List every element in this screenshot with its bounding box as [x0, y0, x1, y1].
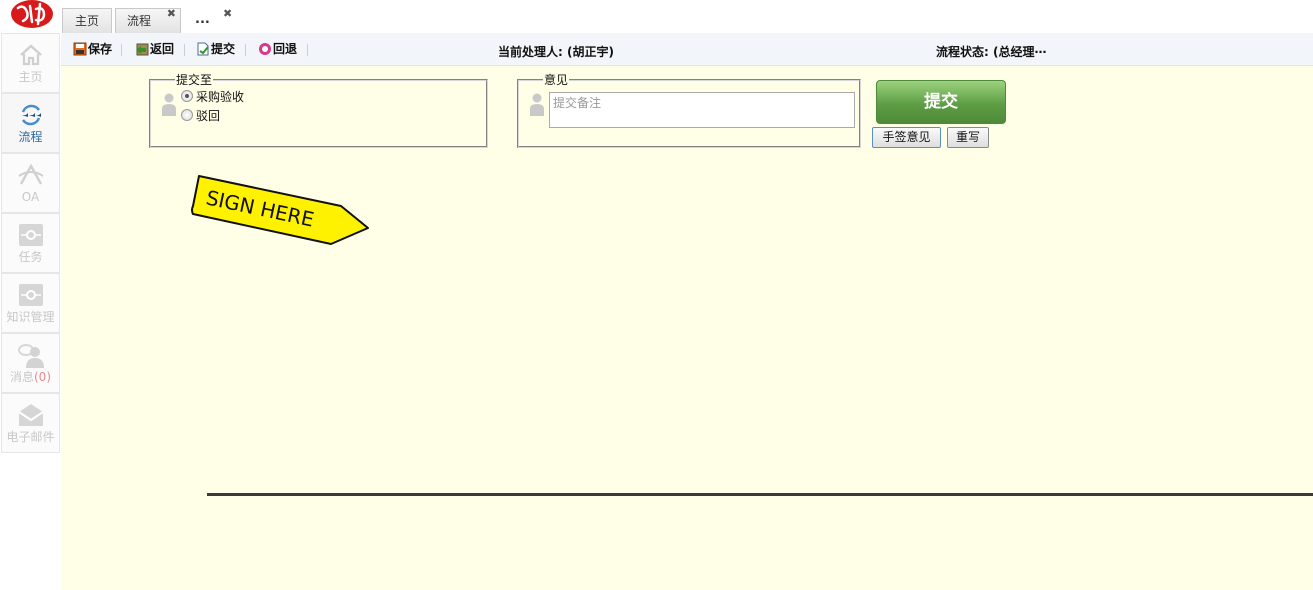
opinion-fieldset: 意见	[517, 74, 861, 148]
toolbar-divider	[121, 44, 122, 56]
submit-to-legend: 提交至	[176, 73, 213, 87]
toolbar-divider	[307, 44, 308, 56]
back-button[interactable]: 返回	[135, 41, 174, 59]
sidebar-item-email[interactable]: 电子邮件	[1, 393, 60, 453]
save-button[interactable]: 保存	[73, 41, 112, 59]
opinion-legend: 意见	[544, 73, 569, 87]
knowledge-icon	[18, 284, 43, 306]
radio-option-purchase-acceptance[interactable]: 采购验收	[181, 90, 244, 104]
sidebar-item-message[interactable]: 消息(0)	[1, 333, 60, 393]
user-icon	[162, 93, 176, 116]
message-count-badge: (0)	[34, 370, 51, 384]
oa-icon	[17, 163, 44, 185]
submit-toolbar-button[interactable]: 提交	[196, 41, 235, 59]
task-icon	[18, 224, 43, 246]
submit-to-fieldset: 提交至 采购验收 驳回	[149, 74, 488, 148]
sidebar-item-label: 电子邮件	[6, 430, 55, 444]
radio-button-checked[interactable]	[181, 90, 193, 102]
tab-overflow-close-icon[interactable]: ✖	[223, 7, 232, 20]
back-icon	[136, 43, 149, 56]
app-logo	[10, 0, 54, 32]
toolbar-divider	[245, 44, 246, 56]
tab-flow[interactable]: 流程 ✖	[115, 8, 181, 33]
radio-button[interactable]	[181, 109, 193, 121]
sidebar-item-label: 消息(0)	[2, 370, 59, 384]
rollback-button[interactable]: 回退	[258, 41, 297, 59]
sidebar-item-label: 主页	[18, 70, 43, 84]
radio-option-reject[interactable]: 驳回	[181, 109, 220, 123]
message-icon	[17, 344, 44, 368]
sidebar-item-label: 流程	[18, 130, 43, 144]
email-icon	[17, 404, 44, 426]
workflow-icon	[21, 104, 41, 126]
rollback-label: 回退	[273, 42, 298, 56]
sidebar-item-home[interactable]: 主页	[1, 33, 60, 93]
top-tab-bar: 主页 流程 ✖ ... ✖	[0, 0, 1313, 33]
submit-document-icon	[197, 42, 209, 56]
back-label: 返回	[150, 42, 175, 56]
sidebar-item-label: 任务	[18, 250, 43, 264]
form-area: 提交至 采购验收 驳回 意见 提交 手签意见 重写 SIGN HERE	[61, 66, 1313, 590]
signature-line	[207, 493, 1313, 496]
handwrite-opinion-button[interactable]: 手签意见	[872, 127, 941, 148]
opinion-note-field[interactable]	[549, 92, 855, 128]
home-icon	[19, 44, 42, 66]
rewrite-button[interactable]: 重写	[947, 127, 989, 148]
save-icon	[73, 42, 87, 56]
sidebar-item-label: 知识管理	[6, 310, 55, 324]
sidebar-item-oa[interactable]: OA	[1, 153, 60, 213]
rollback-icon	[259, 43, 271, 55]
flow-status-text: 流程状态: (总经理⋯	[936, 45, 1047, 59]
sidebar: 主页 流程 OA 任务 知识管理 消息(0) 电子邮件	[0, 33, 61, 590]
tab-flow-label: 流程	[127, 14, 152, 28]
current-handler-text: 当前处理人: (胡正宇)	[498, 45, 614, 59]
sidebar-item-knowledge[interactable]: 知识管理	[1, 273, 60, 333]
submit-button[interactable]: 提交	[876, 80, 1006, 124]
user-icon	[530, 93, 544, 116]
sidebar-item-label: OA	[21, 190, 40, 204]
toolbar-divider	[184, 44, 185, 56]
radio-option-label: 驳回	[196, 109, 221, 123]
sidebar-item-task[interactable]: 任务	[1, 213, 60, 273]
tab-overflow[interactable]: ...	[195, 12, 210, 27]
sign-here-tag: SIGN HERE	[191, 175, 369, 245]
sidebar-item-flow[interactable]: 流程	[1, 93, 60, 153]
tab-home[interactable]: 主页	[62, 8, 112, 33]
tab-flow-close-icon[interactable]: ✖	[167, 8, 176, 20]
save-label: 保存	[88, 42, 113, 56]
submit-toolbar-label: 提交	[211, 42, 236, 56]
toolbar: 保存 返回 提交 回退 当前处理人: (胡正宇) 流程状态: (总经理⋯	[61, 33, 1313, 66]
radio-option-label: 采购验收	[196, 90, 245, 104]
sidebar-item-message-label: 消息	[9, 370, 34, 384]
